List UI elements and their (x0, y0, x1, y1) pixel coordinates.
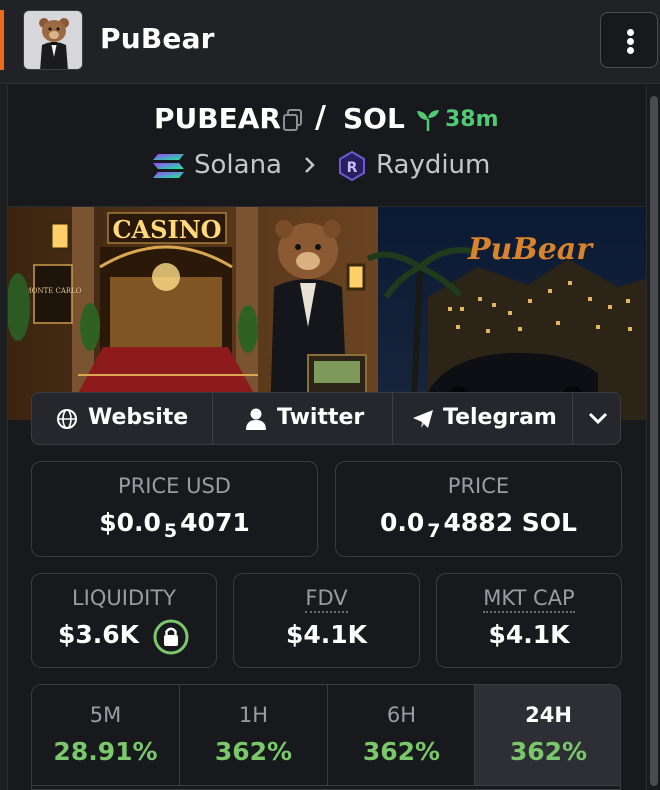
telegram-button[interactable]: Telegram (393, 393, 572, 444)
casino-sign-text: CASINO (112, 215, 221, 244)
social-links-bar: Website Twitter Telegram (31, 392, 621, 445)
change-value: 362% (362, 737, 441, 766)
liquidity-label: LIQUIDITY (71, 586, 176, 610)
fdv-label[interactable]: FDV (305, 586, 348, 613)
telegram-label: Telegram (443, 405, 557, 430)
website-label: Website (88, 405, 189, 430)
liquidity-value: $3.6K (58, 620, 140, 649)
raydium-icon: R (339, 150, 365, 182)
liquidity-card: LIQUIDITY $3.6K (31, 573, 217, 668)
pair-age: 38m (445, 107, 499, 132)
pair-base-token: PUBEAR (154, 102, 281, 135)
plaque-text: MONTE CARLO (24, 287, 81, 295)
change-tab-6h[interactable]: 6H 362% (328, 685, 475, 785)
svg-text:R: R (347, 160, 358, 176)
mkt-cap-label[interactable]: MKT CAP (483, 586, 575, 613)
change-tab-5m[interactable]: 5M 28.91% (32, 685, 179, 785)
banner-brand-text: PuBear (467, 232, 594, 267)
chevron-right-icon (305, 157, 315, 173)
price-usd-card: PRICE USD $0.0 5 4071 (31, 461, 318, 557)
solana-icon (153, 154, 184, 178)
globe-icon (57, 409, 77, 429)
price-native-value: 0.0 7 4882 SOL (379, 508, 577, 542)
mkt-cap-card: MKT CAP $4.1K (436, 573, 622, 668)
pair-quote-token: SOL (343, 102, 405, 135)
fdv-value: $4.1K (285, 620, 368, 649)
change-label: 5M (89, 703, 122, 727)
fdv-card: FDV $4.1K (233, 573, 420, 668)
telegram-icon (413, 410, 433, 428)
chain-link[interactable]: Solana (194, 150, 282, 180)
left-edge-panel (0, 85, 8, 790)
change-value: 362% (509, 737, 588, 766)
website-button[interactable]: Website (32, 393, 212, 444)
price-usd-label: PRICE USD (118, 474, 231, 498)
sprout-icon (417, 110, 439, 131)
change-value: 28.91% (53, 737, 158, 766)
price-change-tabs: 5M 28.91% 1H 362% 6H 362% 24H 362% (31, 684, 621, 790)
pair-separator: / (315, 100, 326, 135)
lock-icon[interactable] (153, 619, 189, 655)
mkt-cap-value: $4.1K (488, 620, 570, 649)
more-menu-button[interactable] (600, 12, 658, 68)
app-title: PuBear (100, 22, 215, 55)
scrollbar-thumb[interactable] (650, 96, 658, 786)
app-header: PuBear (0, 0, 660, 84)
twitter-label: Twitter (277, 405, 365, 430)
change-label: 1H (238, 703, 269, 727)
change-label: 24H (525, 703, 572, 727)
price-native-label: PRICE (447, 474, 510, 498)
accent-bar (0, 10, 4, 70)
user-icon (246, 408, 266, 430)
dex-link[interactable]: Raydium (376, 150, 490, 180)
bear-avatar-icon (23, 10, 83, 70)
change-tab-24h[interactable]: 24H 362% (475, 685, 620, 785)
change-label: 6H (386, 703, 417, 727)
change-tab-1h[interactable]: 1H 362% (180, 685, 327, 785)
chevron-down-icon (588, 412, 608, 425)
copy-icon[interactable] (282, 108, 304, 132)
more-links-dropdown[interactable] (573, 393, 620, 444)
price-native-card: PRICE 0.0 7 4882 SOL (335, 461, 622, 557)
price-usd-value: $0.0 5 4071 (99, 508, 250, 542)
change-value: 362% (214, 737, 293, 766)
token-banner-image: CASINO MONTE CARLO PuBear (8, 206, 646, 420)
twitter-button[interactable]: Twitter (213, 393, 392, 444)
